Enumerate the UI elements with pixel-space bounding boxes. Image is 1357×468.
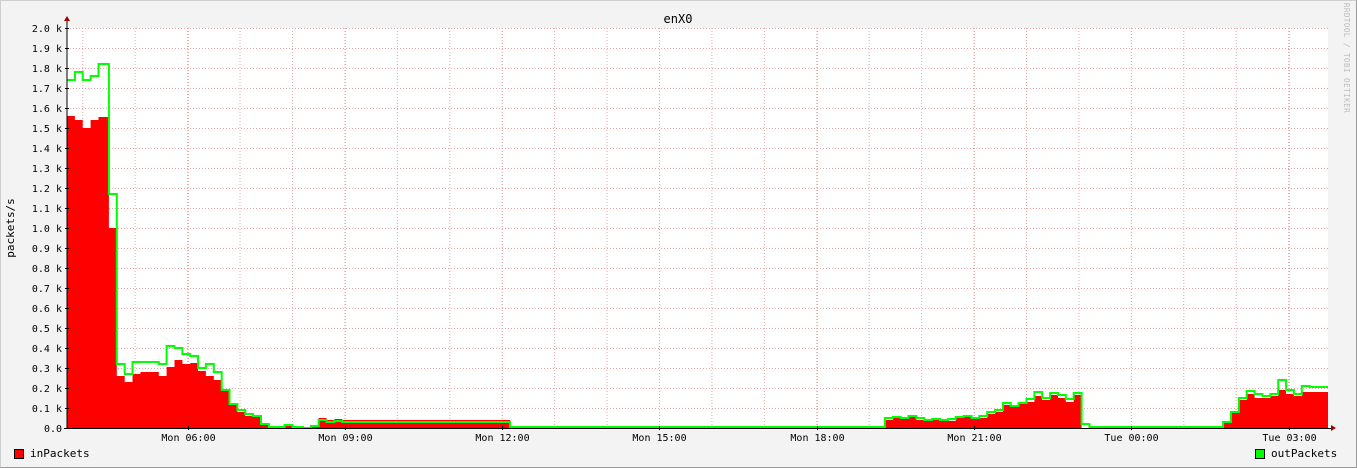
legend-item-inpackets: inPackets	[14, 447, 90, 460]
y-tick-label: 1.2 k	[32, 184, 62, 195]
credit-watermark: RRDTOOL / TOBI OETIKER	[1342, 3, 1351, 113]
y-tick-label: 1.5 k	[32, 124, 62, 135]
y-tick-label: 1.3 k	[32, 164, 62, 175]
y-axis-label: packets/s	[4, 198, 17, 258]
x-tick-label: Mon 06:00	[161, 433, 215, 444]
grid	[67, 28, 1328, 429]
y-tick-label: 1.8 k	[32, 64, 62, 75]
y-tick-label: 1.0 k	[32, 224, 62, 235]
legend-label-inpackets: inPackets	[30, 447, 90, 460]
chart-canvas: enX0 packets/s RRDTOOL / TOBI OETIKER 0.…	[4, 3, 1351, 444]
legend-item-outpackets: outPackets	[1255, 447, 1337, 460]
y-tick-label: 1.9 k	[32, 44, 62, 55]
y-tick-label: 0.2 k	[32, 384, 62, 395]
y-tick-label: 1.1 k	[32, 204, 62, 215]
x-tick-label: Mon 18:00	[790, 433, 844, 444]
y-tick-label: 0.0	[44, 424, 62, 435]
y-tick-label: 0.1 k	[32, 404, 62, 415]
legend-swatch-outpackets	[1255, 448, 1265, 459]
y-tick-label: 1.7 k	[32, 84, 62, 95]
legend-label-outpackets: outPackets	[1271, 447, 1338, 460]
x-tick-label: Tue 03:00	[1262, 433, 1316, 444]
y-tick-label: 0.3 k	[32, 364, 62, 375]
x-tick-label: Tue 00:00	[1104, 433, 1158, 444]
y-tick-label: 0.5 k	[32, 324, 62, 335]
y-tick-label: 0.8 k	[32, 264, 62, 275]
y-tick-label: 1.6 k	[32, 104, 62, 115]
x-tick-label: Mon 21:00	[947, 433, 1001, 444]
y-tick-label: 0.7 k	[32, 284, 62, 295]
chart-title: enX0	[664, 12, 693, 26]
x-tick-label: Mon 09:00	[318, 433, 372, 444]
legend-swatch-inpackets	[14, 448, 24, 459]
y-axis-arrow	[64, 16, 70, 21]
y-tick-label: 0.6 k	[32, 304, 62, 315]
y-tick-label: 1.4 k	[32, 144, 62, 155]
x-axis-arrow	[1331, 425, 1336, 431]
y-tick-label: 0.4 k	[32, 344, 62, 355]
y-tick-label: 0.9 k	[32, 244, 62, 255]
y-tick-label: 2.0 k	[32, 24, 62, 35]
x-tick-label: Mon 15:00	[632, 433, 686, 444]
x-tick-label: Mon 12:00	[475, 433, 529, 444]
